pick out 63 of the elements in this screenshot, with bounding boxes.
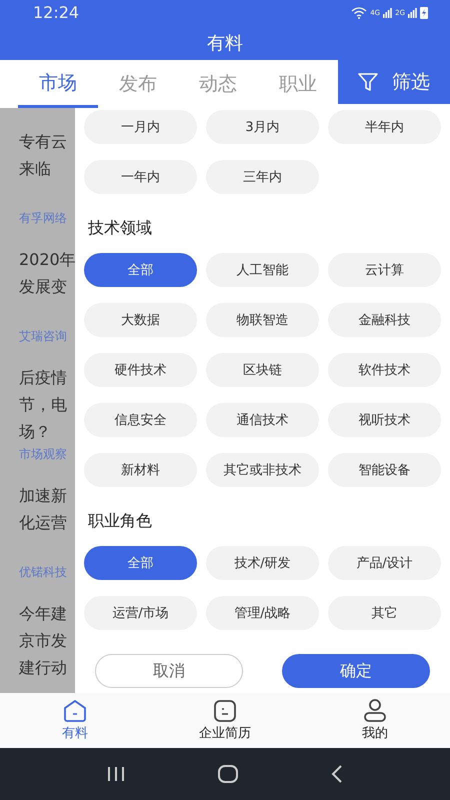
confirm-button[interactable]: 确定 xyxy=(282,654,430,688)
article-title: 加速新 xyxy=(19,485,68,507)
article-title: 2020年 xyxy=(19,249,75,271)
filter-chip[interactable]: 半年内 xyxy=(328,110,441,144)
filter-chip[interactable]: 三年内 xyxy=(206,160,319,194)
article-title: 建行动 xyxy=(19,657,68,679)
article-title: 今年建 xyxy=(19,603,68,625)
filter-chip[interactable]: 产品/设计 xyxy=(328,546,441,580)
filter-chip[interactable]: 人工智能 xyxy=(206,253,319,287)
article-title: 化运营 xyxy=(19,512,68,534)
filter-chip[interactable]: 智能设备 xyxy=(328,453,441,487)
filter-chip[interactable]: 通信技术 xyxy=(206,403,319,437)
filter-chip[interactable]: 其它或非技术 xyxy=(206,453,319,487)
filter-chip[interactable]: 运营/市场 xyxy=(84,596,197,630)
filter-chip[interactable]: 视听技术 xyxy=(328,403,441,437)
filter-chip[interactable]: 全部 xyxy=(84,546,197,580)
filter-chip[interactable]: 3月内 xyxy=(206,110,319,144)
section-title: 技术领域 xyxy=(88,218,153,239)
filter-chip[interactable]: 云计算 xyxy=(328,253,441,287)
filter-chip[interactable]: 硬件技术 xyxy=(84,353,197,387)
filter-chip[interactable]: 管理/战略 xyxy=(206,596,319,630)
filter-chip[interactable]: 全部 xyxy=(84,253,197,287)
article-title: 专有云 xyxy=(19,131,68,153)
filter-chip[interactable]: 其它 xyxy=(328,596,441,630)
article-title: 发展变 xyxy=(19,276,68,298)
status-time: 12:24 xyxy=(33,3,80,22)
filter-chip[interactable]: 新材料 xyxy=(84,453,197,487)
article-title: 节，电 xyxy=(19,394,68,416)
home-icon xyxy=(63,700,87,722)
filter-chip[interactable]: 大数据 xyxy=(84,303,197,337)
cancel-button[interactable]: 取消 xyxy=(95,654,243,688)
wifi-icon xyxy=(351,6,368,18)
filter-chip[interactable]: 一月内 xyxy=(84,110,197,144)
article-title: 京市发 xyxy=(19,630,68,652)
article-title: 后疫情 xyxy=(19,367,68,389)
filter-chip[interactable]: 区块链 xyxy=(206,353,319,387)
filter-chip[interactable]: 信息安全 xyxy=(84,403,197,437)
article-title: 来临 xyxy=(19,158,52,180)
document-icon xyxy=(214,700,236,722)
filter-chip[interactable]: 金融科技 xyxy=(328,303,441,337)
filter-chip[interactable]: 软件技术 xyxy=(328,353,441,387)
back-icon[interactable] xyxy=(331,765,344,783)
filter-chip[interactable]: 物联智造 xyxy=(206,303,319,337)
person-icon xyxy=(363,699,387,722)
signal-icon xyxy=(408,8,417,18)
article-source: 艾瑞咨询 xyxy=(19,328,68,345)
filter-icon xyxy=(358,72,378,92)
filter-chip[interactable]: 技术/研发 xyxy=(206,546,319,580)
article-title: 场？ xyxy=(19,421,52,443)
article-source: 有孚网络 xyxy=(19,210,68,227)
page-title: 有料 xyxy=(206,32,244,56)
nav-item[interactable]: 企业简历 xyxy=(150,693,300,748)
article-source: 优锘科技 xyxy=(19,564,68,581)
battery-icon xyxy=(420,6,428,19)
filter-chip[interactable]: 一年内 xyxy=(84,160,197,194)
home-button-icon[interactable] xyxy=(218,765,238,783)
section-title: 职业角色 xyxy=(88,511,153,532)
filter-button[interactable]: 筛选 xyxy=(338,60,450,104)
recent-apps-icon[interactable] xyxy=(106,766,125,782)
signal-icon xyxy=(383,8,392,18)
nav-item[interactable]: 我的 xyxy=(300,693,450,748)
nav-item[interactable]: 有料 xyxy=(0,693,150,748)
article-source: 市场观察 xyxy=(19,446,68,463)
